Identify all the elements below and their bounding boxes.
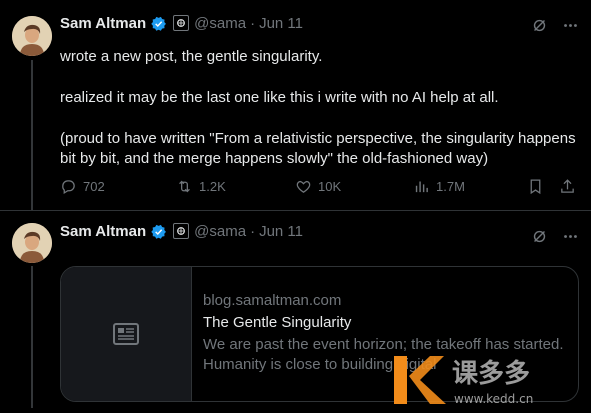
tweet-actions: 702 1.2K 10K 1.7M — [60, 178, 580, 198]
like-icon — [296, 181, 311, 193]
affiliate-badge-icon[interactable] — [173, 15, 190, 31]
tweet-text: wrote a new post, the gentle singularity… — [60, 47, 580, 190]
share-icon — [561, 179, 574, 193]
article-icon — [113, 323, 139, 345]
avatar[interactable] — [12, 223, 52, 263]
thread-line — [31, 60, 33, 210]
tweet-header-actions — [531, 228, 579, 250]
card-thumbnail — [61, 267, 192, 401]
views-icon — [415, 181, 428, 193]
separator: · — [250, 14, 256, 32]
verified-badge-icon[interactable] — [150, 223, 167, 240]
author-name[interactable]: Sam Altman — [60, 15, 146, 32]
affiliate-badge-icon[interactable] — [173, 223, 190, 239]
tweet-header: Sam Altman @sama · Jun 11 — [60, 13, 303, 33]
views-count: 1.7M — [436, 179, 465, 194]
watermark-text: 课多多 — [452, 359, 530, 389]
watermark-logo: 课多多 www.kedd.cn — [392, 350, 591, 408]
reply-count: 702 — [83, 179, 105, 194]
author-name[interactable]: Sam Altman — [60, 223, 146, 240]
tweet-text-line: wrote a new post, the gentle singularity… — [60, 48, 323, 65]
author-handle[interactable]: @sama — [194, 15, 246, 32]
more-icon[interactable] — [562, 228, 579, 250]
bookmark-icon — [530, 179, 541, 195]
grok-icon[interactable] — [531, 17, 548, 39]
bookmark-button[interactable] — [527, 178, 544, 195]
repost-button[interactable]: 1.2K — [176, 178, 226, 195]
author-handle[interactable]: @sama — [194, 223, 246, 240]
like-count: 10K — [318, 179, 342, 194]
share-button[interactable] — [559, 178, 576, 195]
grok-icon[interactable] — [531, 228, 548, 250]
reply-button[interactable]: 702 — [60, 178, 105, 195]
reply-icon — [62, 180, 75, 195]
repost-icon — [179, 180, 190, 193]
tweet-date[interactable]: Jun 11 — [259, 223, 303, 240]
card-domain[interactable]: blog.samaltman.com — [203, 291, 568, 311]
thread-line — [31, 266, 33, 408]
more-icon[interactable] — [562, 17, 579, 39]
card-title[interactable]: The Gentle Singularity — [203, 313, 568, 333]
tweet-1[interactable]: Sam Altman @sama · Jun 11 wrote a new po… — [0, 0, 591, 211]
avatar[interactable] — [12, 16, 52, 56]
verified-badge-icon[interactable] — [150, 15, 167, 32]
separator: · — [250, 222, 256, 240]
like-button[interactable]: 10K — [295, 178, 341, 195]
views-button[interactable]: 1.7M — [413, 178, 465, 195]
tweet-text-line: realized it may be the last one like thi… — [60, 89, 499, 106]
tweet-text-line: (proud to have written "From a relativis… — [60, 130, 576, 167]
tweet-header-actions — [531, 17, 579, 39]
repost-count: 1.2K — [199, 179, 226, 194]
tweet-date[interactable]: Jun 11 — [259, 15, 303, 32]
tweet-header: Sam Altman @sama · Jun 11 — [60, 221, 303, 241]
watermark-url: www.kedd.cn — [454, 392, 533, 406]
